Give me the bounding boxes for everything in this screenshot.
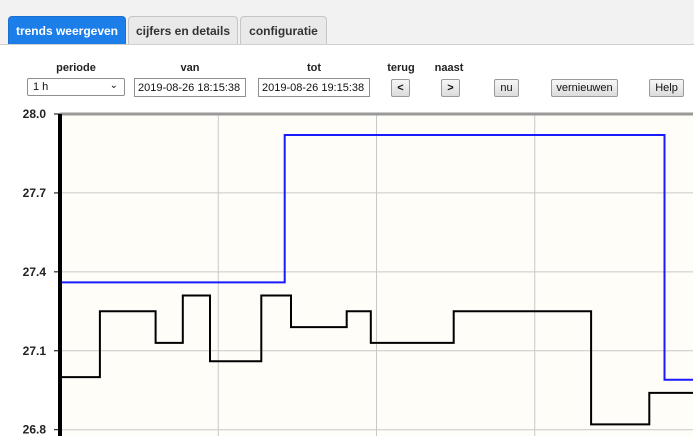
y-tick-label: 27.7 xyxy=(23,186,47,200)
tab-configuration[interactable]: configuratie xyxy=(240,16,327,44)
period-label: periode xyxy=(56,62,96,74)
y-tick-label: 27.4 xyxy=(23,265,47,279)
period-value: 1 h xyxy=(33,81,49,93)
now-button[interactable]: nu xyxy=(494,79,519,97)
from-date-input[interactable] xyxy=(134,78,246,97)
back-button[interactable]: < xyxy=(391,79,410,97)
y-tick-label: 27.1 xyxy=(23,344,47,358)
to-date-input[interactable] xyxy=(258,78,370,97)
next-button[interactable]: > xyxy=(441,79,460,97)
back-label: terug xyxy=(387,62,415,74)
y-tick-label: 26.8 xyxy=(23,423,47,436)
from-label: van xyxy=(180,62,200,74)
next-label: naast xyxy=(434,62,464,74)
tab-bar: trends weergeven cijfers en details conf… xyxy=(0,0,694,45)
help-button[interactable]: Help xyxy=(649,79,684,97)
chevron-down-icon: ⌄ xyxy=(109,80,118,91)
period-select[interactable]: 1 h ⌄ xyxy=(27,78,125,96)
tab-trends[interactable]: trends weergeven xyxy=(8,16,126,44)
tab-details[interactable]: cijfers en details xyxy=(128,16,238,44)
refresh-button[interactable]: vernieuwen xyxy=(551,79,618,97)
y-tick-label: 28.0 xyxy=(23,107,47,121)
trend-chart: 28.0 27.7 27.4 27.1 26.8 xyxy=(23,107,693,436)
to-label: tot xyxy=(306,62,322,74)
